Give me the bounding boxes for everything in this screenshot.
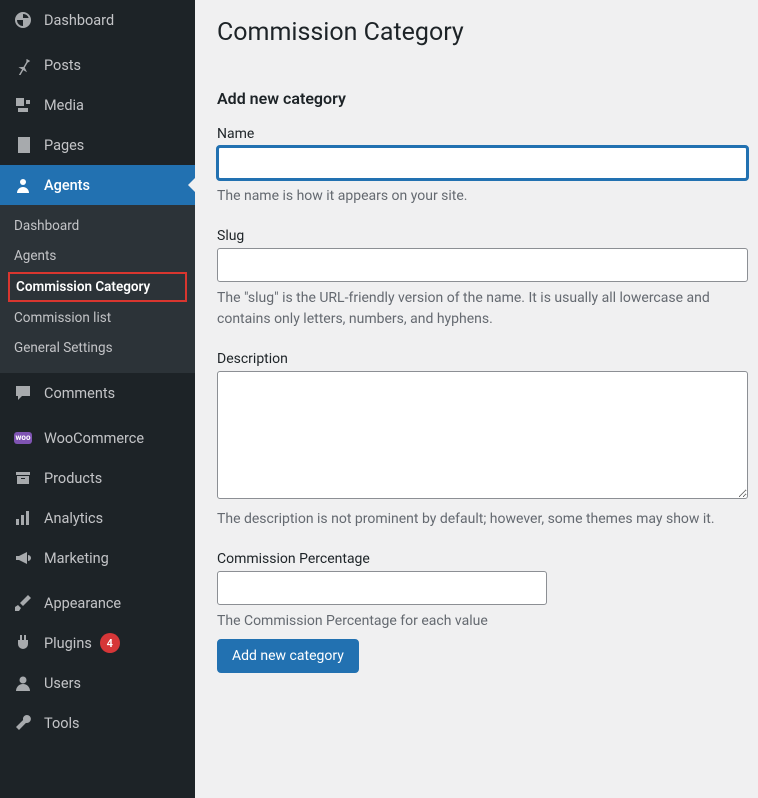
sidebar-item-woocommerce[interactable]: woo WooCommerce [0,418,195,458]
description-help: The description is not prominent by defa… [217,509,748,529]
sidebar-item-pages[interactable]: Pages [0,125,195,165]
sidebar-item-label: Agents [44,177,90,194]
slug-help: The "slug" is the URL-friendly version o… [217,288,748,329]
admin-sidebar: Dashboard Posts Media Pages Agents Dashb… [0,0,195,798]
sidebar-item-label: Tools [44,715,80,732]
sidebar-item-agents[interactable]: Agents [0,165,195,205]
sidebar-item-label: Analytics [44,510,103,527]
sidebar-item-label: Appearance [44,595,121,612]
sidebar-item-label: Users [44,675,81,692]
users-icon [12,673,34,693]
sidebar-item-marketing[interactable]: Marketing [0,538,195,578]
name-input[interactable] [217,146,748,180]
agents-submenu: Dashboard Agents Commission Category Com… [0,205,195,373]
sidebar-item-users[interactable]: Users [0,663,195,703]
sidebar-item-label: Pages [44,137,84,154]
sidebar-item-comments[interactable]: Comments [0,373,195,413]
field-commission-percentage: Commission Percentage The Commission Per… [217,551,748,631]
plugin-icon [12,633,34,653]
submenu-item-commission-list[interactable]: Commission list [0,303,195,333]
pct-help: The Commission Percentage for each value [217,611,748,631]
sidebar-item-products[interactable]: Products [0,458,195,498]
woocommerce-icon: woo [12,428,34,448]
sidebar-item-tools[interactable]: Tools [0,703,195,743]
sidebar-item-label: Products [44,470,102,487]
archive-icon [12,468,34,488]
sidebar-item-appearance[interactable]: Appearance [0,583,195,623]
sidebar-item-label: Plugins [44,635,92,652]
sidebar-item-posts[interactable]: Posts [0,45,195,85]
update-badge: 4 [100,633,120,653]
brush-icon [12,593,34,613]
analytics-icon [12,508,34,528]
field-name: Name The name is how it appears on your … [217,126,748,206]
dashboard-icon [12,10,34,30]
submenu-item-dashboard[interactable]: Dashboard [0,211,195,241]
sidebar-item-analytics[interactable]: Analytics [0,498,195,538]
sidebar-item-label: WooCommerce [44,430,144,447]
description-label: Description [217,351,748,367]
sidebar-item-media[interactable]: Media [0,85,195,125]
description-input[interactable] [217,371,748,499]
slug-label: Slug [217,228,748,244]
sidebar-item-dashboard[interactable]: Dashboard [0,0,195,40]
pct-label: Commission Percentage [217,551,748,567]
sidebar-item-label: Dashboard [44,12,114,29]
wrench-icon [12,713,34,733]
name-label: Name [217,126,748,142]
pages-icon [12,135,34,155]
slug-input[interactable] [217,248,748,282]
add-category-button[interactable]: Add new category [217,639,359,673]
comment-icon [12,383,34,403]
media-icon [12,95,34,115]
megaphone-icon [12,548,34,568]
pin-icon [12,55,34,75]
main-content: Commission Category Add new category Nam… [195,0,758,798]
sidebar-item-label: Media [44,97,84,114]
sidebar-item-plugins[interactable]: Plugins 4 [0,623,195,663]
commission-percentage-input[interactable] [217,571,547,605]
field-description: Description The description is not promi… [217,351,748,529]
submenu-item-commission-category[interactable]: Commission Category [8,272,187,302]
submenu-item-general-settings[interactable]: General Settings [0,333,195,363]
submenu-item-agents[interactable]: Agents [0,241,195,271]
sidebar-item-label: Marketing [44,550,109,567]
field-slug: Slug The "slug" is the URL-friendly vers… [217,228,748,329]
user-icon [12,175,34,195]
sidebar-item-label: Comments [44,385,115,402]
name-help: The name is how it appears on your site. [217,186,748,206]
page-title: Commission Category [217,18,748,47]
section-title: Add new category [217,89,748,108]
sidebar-item-label: Posts [44,57,81,74]
